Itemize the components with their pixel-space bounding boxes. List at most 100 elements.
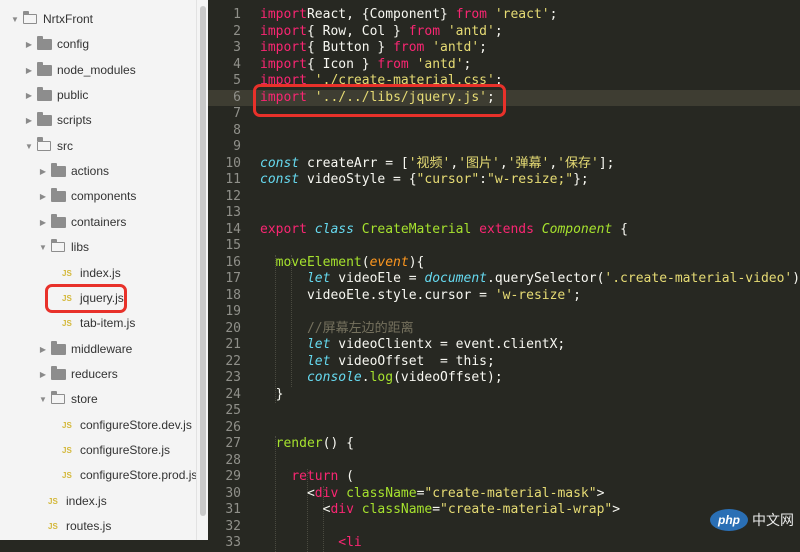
line-number: 20 bbox=[225, 320, 241, 336]
tree-item-label: scripts bbox=[57, 113, 92, 128]
code-token: > bbox=[596, 485, 605, 501]
code-token: 'antd' bbox=[416, 56, 464, 72]
code-line[interactable]: importReact, {Component} from 'react'; bbox=[260, 7, 557, 24]
code-token: ; bbox=[463, 56, 472, 72]
code-line[interactable]: const videoStyle = {"cursor":"w-resize;"… bbox=[260, 172, 589, 189]
code-line[interactable]: let videoClientx = event.clientX; bbox=[260, 337, 565, 354]
code-line[interactable]: } bbox=[260, 386, 284, 404]
folder-icon bbox=[37, 112, 52, 127]
tree-item-label: reducers bbox=[71, 366, 118, 381]
code-line[interactable]: render() { bbox=[260, 436, 354, 453]
watermark-text: 中文网 bbox=[752, 512, 794, 528]
code-token: className bbox=[361, 502, 433, 517]
code-token: return bbox=[291, 469, 339, 484]
code-token: 'antd' bbox=[447, 23, 495, 39]
line-number: 4 bbox=[233, 56, 241, 72]
chevron-right-icon[interactable]: ▶ bbox=[24, 83, 34, 108]
code-token: "w-resize;" bbox=[487, 172, 574, 187]
code-line[interactable]: export class CreateMaterial extends Comp… bbox=[260, 222, 628, 239]
code-line[interactable]: moveElement(event){ bbox=[260, 255, 425, 272]
code-line[interactable]: <li bbox=[260, 535, 361, 552]
code-token: { Button } bbox=[306, 40, 394, 55]
tree-item-label: config bbox=[57, 37, 90, 52]
code-token: let bbox=[306, 337, 331, 352]
chevron-right-icon[interactable]: ▶ bbox=[38, 210, 48, 235]
chevron-right-icon[interactable]: ▶ bbox=[24, 32, 34, 57]
tree-item-label: NrtxFront bbox=[43, 12, 94, 26]
code-token: from bbox=[393, 40, 425, 55]
folder-icon bbox=[51, 213, 66, 228]
code-token: , bbox=[549, 155, 558, 171]
line-number: 18 bbox=[225, 287, 241, 303]
chevron-right-icon[interactable]: ▶ bbox=[38, 362, 48, 387]
code-line[interactable]: <div className="create-material-wrap"> bbox=[260, 502, 620, 519]
js-file-icon: JS bbox=[62, 420, 72, 430]
code-token: videoEle = bbox=[330, 271, 425, 286]
code-token: log bbox=[369, 370, 394, 385]
code-token: < bbox=[260, 485, 315, 501]
code-token: } bbox=[260, 386, 284, 402]
tree-item-label: public bbox=[57, 88, 89, 103]
folder-icon bbox=[37, 87, 52, 102]
line-number: 12 bbox=[225, 188, 241, 204]
tree-item-label: configureStore.prod.js bbox=[80, 468, 196, 483]
code-token: const bbox=[260, 155, 300, 171]
chevron-right-icon[interactable]: ▶ bbox=[24, 58, 34, 83]
code-token: ; bbox=[573, 287, 581, 303]
code-token: console bbox=[306, 370, 362, 385]
code-token: '视频' bbox=[408, 155, 451, 171]
code-line[interactable]: import{ Button } from 'antd'; bbox=[260, 40, 487, 57]
code-token: import bbox=[260, 56, 307, 72]
code-token: from bbox=[408, 23, 441, 39]
code-line[interactable]: videoEle.style.cursor = 'w-resize'; bbox=[260, 288, 581, 305]
code-editor[interactable]: 1 2 3 4 5 6 7 8 9 10 11 12 13 14 15 16 17 18 19 20 21 22 23 24 2… bbox=[208, 0, 800, 552]
code-token: }; bbox=[573, 172, 589, 187]
code-line[interactable]: const createArr = ['视频','图片','弹幕','保存']; bbox=[260, 156, 614, 173]
chevron-right-icon[interactable]: ▶ bbox=[38, 184, 48, 209]
line-number: 24 bbox=[225, 386, 241, 402]
code-line[interactable]: let videoEle = document.querySelector('.… bbox=[260, 271, 800, 288]
chevron-right-icon[interactable]: ▶ bbox=[24, 108, 34, 133]
code-token: "create-material-mask" bbox=[424, 485, 597, 501]
chevron-right-icon[interactable]: ▶ bbox=[38, 159, 48, 184]
code-line[interactable]: import{ Row, Col } from 'antd'; bbox=[260, 24, 503, 41]
line-number: 21 bbox=[225, 337, 241, 352]
code-token: { Icon } bbox=[306, 56, 378, 72]
chevron-down-icon[interactable]: ▼ bbox=[38, 387, 48, 412]
code-token: from bbox=[377, 56, 409, 72]
code-token: from bbox=[455, 7, 487, 22]
chevron-down-icon[interactable]: ▼ bbox=[24, 134, 34, 159]
line-number: 8 bbox=[233, 122, 241, 138]
code-token: ); bbox=[792, 271, 800, 286]
chevron-right-icon[interactable]: ▶ bbox=[38, 337, 48, 362]
file-tree-sidebar: ▼ NrtxFront ▶ config ▶ node_modules ▶ public ▶ sc… bbox=[0, 0, 196, 540]
chevron-down-icon[interactable]: ▼ bbox=[10, 7, 20, 32]
chevron-down-icon[interactable]: ▼ bbox=[38, 235, 48, 260]
folder-open-icon bbox=[50, 238, 65, 253]
code-token: .querySelector( bbox=[487, 271, 605, 286]
line-number: 9 bbox=[233, 139, 241, 154]
line-number-gutter: 1 2 3 4 5 6 7 8 9 10 11 12 13 14 15 16 17 18 19 20 21 22 23 24 2… bbox=[208, 0, 248, 550]
line-number: 2 bbox=[233, 23, 241, 39]
code-token: import bbox=[260, 40, 307, 55]
line-number: 27 bbox=[225, 436, 241, 451]
tree-item-label: configureStore.js bbox=[80, 442, 171, 457]
line-number: 26 bbox=[225, 419, 241, 435]
folder-icon bbox=[51, 163, 66, 178]
code-token: ; bbox=[494, 23, 503, 39]
code-line[interactable]: return ( bbox=[260, 469, 354, 486]
line-number: 25 bbox=[225, 403, 241, 418]
code-line[interactable]: import{ Icon } from 'antd'; bbox=[260, 57, 471, 74]
code-line[interactable]: //屏幕左边的距离 bbox=[260, 321, 414, 338]
code-token: 'w-resize' bbox=[494, 287, 574, 303]
sidebar-scrollbar-thumb[interactable] bbox=[200, 6, 206, 516]
line-number: 11 bbox=[225, 172, 241, 187]
code-token: , bbox=[499, 155, 508, 171]
code-line[interactable]: console.log(videoOffset); bbox=[260, 370, 503, 387]
code-line[interactable]: let videoOffset = this; bbox=[260, 354, 495, 371]
code-line[interactable]: <div className="create-material-mask"> bbox=[260, 486, 604, 503]
